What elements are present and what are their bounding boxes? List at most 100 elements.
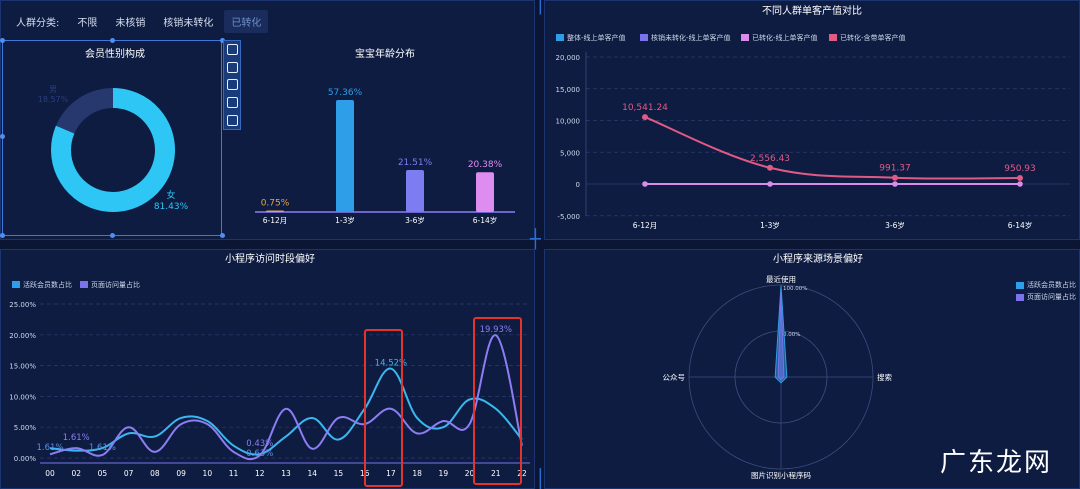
radar-ring-label: 100.00% bbox=[783, 286, 807, 292]
series-point bbox=[642, 181, 648, 187]
series-point bbox=[642, 114, 648, 121]
radar-legend-label: 活跃会员数占比 bbox=[1027, 281, 1076, 289]
pie-slice-label: 男 bbox=[49, 85, 57, 94]
radar-indicator-label: 搜索 bbox=[877, 372, 892, 382]
data-label: 1.61% bbox=[89, 443, 116, 453]
data-label: 0.43% bbox=[246, 439, 273, 449]
dashboard-charts: 会员性别构成女81.43% 男18.57% 宝宝年龄分布 0.75% 6-12月 57.… bbox=[9, 4, 1070, 480]
bar bbox=[476, 172, 494, 212]
y-tick-label: 20,000 bbox=[556, 54, 581, 62]
x-tick-label: 02 bbox=[71, 469, 81, 478]
legend-label: 已转化-含带单客产值 bbox=[840, 33, 906, 42]
source-radar-chart: 小程序来源场景偏好最近使用搜索图片识别小程序码 公众号 100.00% 0.00% bbox=[663, 252, 893, 480]
y-tick-label: -5,000 bbox=[557, 213, 580, 221]
bar-value-label: 57.36% bbox=[328, 88, 363, 98]
y-tick-label: 0.00% bbox=[14, 455, 37, 463]
radar-legend-label: 页面访问量占比 bbox=[1027, 293, 1076, 301]
y-tick-label: 15.00% bbox=[9, 363, 36, 371]
legend-swatch bbox=[741, 34, 749, 41]
x-tick-label: 1-3岁 bbox=[335, 215, 355, 225]
legend-swatch bbox=[640, 34, 648, 41]
radar-indicator-label: 最近使用 bbox=[766, 274, 796, 284]
x-tick-label: 6-14岁 bbox=[1008, 220, 1033, 230]
highlight-box-21 bbox=[473, 317, 522, 485]
legend-swatch bbox=[556, 34, 564, 41]
radar-legend-item[interactable]: 页面访问量占比 bbox=[1016, 291, 1076, 303]
pie-slice-value: 81.43% bbox=[154, 202, 189, 212]
radar-indicator-label: 图片识别小程序码 bbox=[751, 470, 811, 480]
radar-ring-label: 0.00% bbox=[783, 332, 800, 338]
bar-value-label: 21.51% bbox=[398, 158, 433, 168]
series-point bbox=[767, 181, 773, 187]
gender-donut-chart: 会员性别构成女81.43% 男18.57% bbox=[38, 47, 189, 212]
legend-label: 核销未转化-线上单客产值 bbox=[651, 33, 731, 42]
x-tick-label: 00 bbox=[45, 469, 55, 478]
y-tick-label: 10,000 bbox=[556, 118, 581, 126]
series-line bbox=[49, 367, 523, 456]
customer-value-line-chart: 不同人群单客产值对比整体-线上单客产值 核销未转化-线上单客产值 已转化-线上单客产… bbox=[556, 4, 1070, 230]
bar-value-label: 20.38% bbox=[468, 160, 503, 170]
series-point bbox=[1017, 174, 1023, 181]
chart-title: 小程序来源场景偏好 bbox=[773, 252, 863, 265]
y-tick-label: 0 bbox=[576, 181, 580, 189]
x-tick-label: 19 bbox=[439, 469, 449, 478]
y-tick-label: 10.00% bbox=[9, 393, 36, 401]
radar-indicator-label: 公众号 bbox=[663, 373, 686, 382]
pie-slice bbox=[55, 88, 114, 134]
x-tick-label: 3-6岁 bbox=[885, 220, 905, 230]
x-tick-label: 13 bbox=[281, 469, 291, 478]
series-line bbox=[49, 334, 523, 461]
bar-value-label: 0.75% bbox=[261, 199, 290, 209]
radar-legend-item[interactable]: 活跃会员数占比 bbox=[1016, 279, 1076, 291]
data-label: 0.63% bbox=[246, 449, 273, 459]
data-label: 2,556.43 bbox=[750, 154, 790, 164]
x-tick-label: 6-12月 bbox=[633, 221, 658, 230]
chart-title: 不同人群单客产值对比 bbox=[762, 4, 862, 17]
legend-label: 活跃会员数占比 bbox=[23, 280, 72, 289]
x-tick-label: 1-3岁 bbox=[760, 220, 780, 230]
series-point bbox=[892, 174, 898, 181]
y-tick-label: 5,000 bbox=[560, 149, 580, 157]
x-tick-label: 3-6岁 bbox=[405, 215, 425, 225]
radar-legend: 活跃会员数占比 页面访问量占比 bbox=[1016, 279, 1076, 303]
legend-label: 页面访问量占比 bbox=[91, 280, 140, 289]
x-tick-label: 08 bbox=[150, 469, 160, 478]
visit-time-line-chart: 小程序访问时段偏好活跃会员数占比 页面访问量占比 25.00% 20.00% 15.00… bbox=[9, 252, 530, 478]
x-tick-label: 09 bbox=[176, 469, 186, 478]
x-tick-label: 6-14岁 bbox=[473, 215, 498, 225]
pie-slice-label: 女 bbox=[166, 189, 175, 201]
y-tick-label: 20.00% bbox=[9, 332, 36, 340]
data-label: 991.37 bbox=[879, 164, 911, 174]
x-tick-label: 18 bbox=[412, 469, 422, 478]
legend-swatch bbox=[12, 281, 20, 288]
y-tick-label: 15,000 bbox=[556, 86, 581, 94]
chart-title: 会员性别构成 bbox=[85, 47, 145, 60]
y-tick-label: 5.00% bbox=[14, 424, 37, 432]
series-point bbox=[892, 181, 898, 187]
x-tick-label: 07 bbox=[124, 469, 134, 478]
data-label: 10,541.24 bbox=[622, 103, 668, 113]
y-tick-label: 25.00% bbox=[9, 301, 36, 309]
watermark-logo: 广东龙网 bbox=[939, 448, 1052, 478]
x-tick-label: 6-12月 bbox=[263, 216, 288, 225]
legend-swatch bbox=[829, 34, 837, 41]
bar bbox=[406, 170, 424, 212]
data-label: 1.61% bbox=[36, 443, 63, 453]
baby-age-bar-chart: 宝宝年龄分布 0.75% 6-12月 57.36% 1-3岁 21.51% 3-6岁 20.3… bbox=[255, 47, 515, 225]
bar bbox=[336, 100, 354, 212]
highlight-box-17 bbox=[364, 329, 403, 487]
pie-slice-value: 18.57% bbox=[38, 95, 69, 104]
legend-label: 整体-线上单客产值 bbox=[567, 33, 626, 42]
legend-label: 已转化-线上单客产值 bbox=[752, 33, 818, 42]
x-tick-label: 10 bbox=[203, 469, 213, 478]
series-point bbox=[1017, 181, 1023, 187]
data-label: 950.93 bbox=[1004, 164, 1036, 174]
x-tick-label: 05 bbox=[98, 469, 108, 478]
chart-title: 宝宝年龄分布 bbox=[355, 47, 415, 60]
data-label: 1.61% bbox=[63, 433, 90, 443]
x-tick-label: 14 bbox=[307, 469, 317, 478]
chart-title: 小程序访问时段偏好 bbox=[225, 252, 315, 265]
series-point bbox=[767, 164, 773, 171]
bar bbox=[266, 210, 284, 212]
x-tick-label: 12 bbox=[255, 469, 265, 478]
